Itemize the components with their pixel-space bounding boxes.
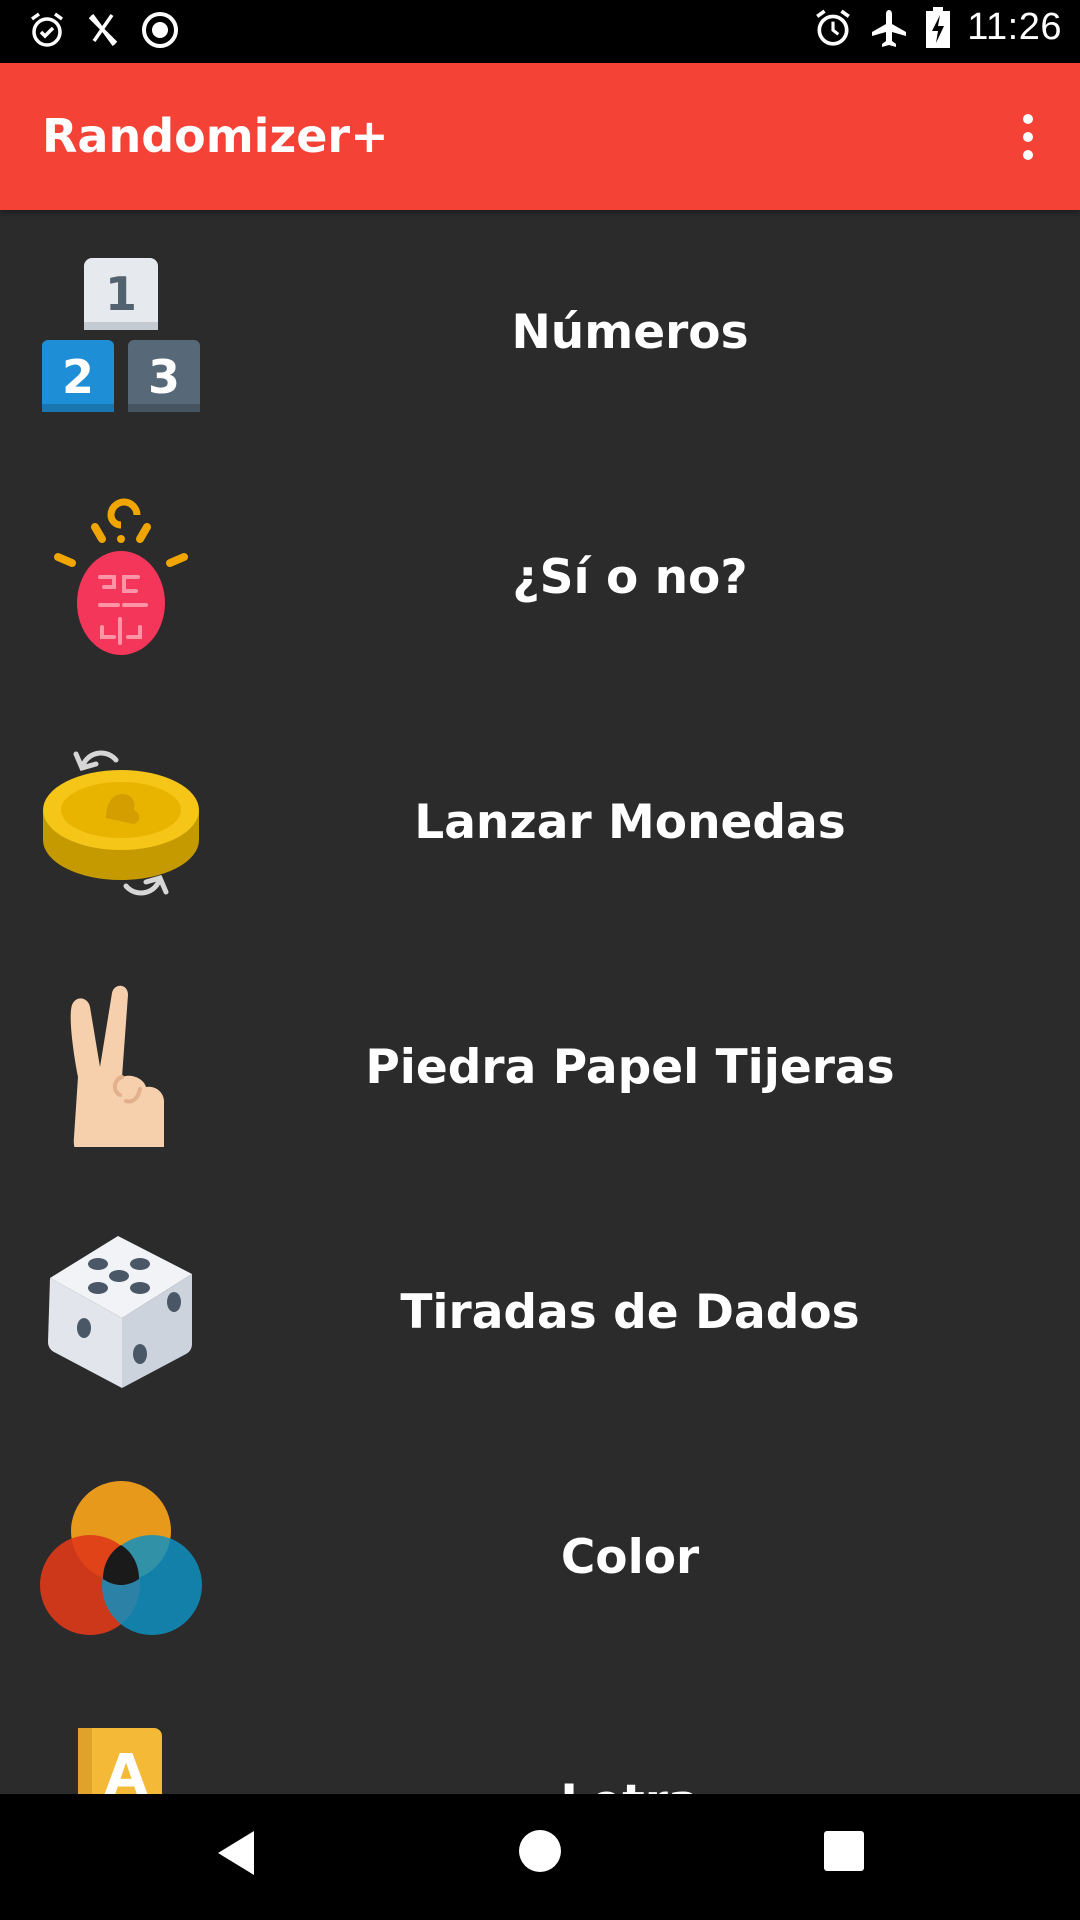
list-item-lanzar-monedas[interactable]: Lanzar Monedas xyxy=(0,700,1080,945)
more-vert-icon[interactable] xyxy=(998,103,1058,171)
clock-time: 11:26 xyxy=(967,6,1062,48)
list-item-letra[interactable]: A Letra xyxy=(0,1680,1080,1794)
color-circles-icon xyxy=(40,1475,202,1637)
brain-idea-icon xyxy=(40,495,202,657)
list-item-label: ¿Sí o no? xyxy=(512,550,748,605)
navigation-bar xyxy=(0,1794,1080,1920)
numbers-123-icon: 1 2 3 xyxy=(40,250,202,412)
dice-icon xyxy=(40,1230,202,1392)
svg-text:2: 2 xyxy=(62,350,94,404)
list-item-si-o-no[interactable]: ¿Sí o no? xyxy=(0,455,1080,700)
home-icon[interactable] xyxy=(517,1828,563,1878)
alarm-clock-icon xyxy=(28,11,66,49)
svg-text:A: A xyxy=(104,1743,148,1794)
letter-a-icon: A xyxy=(40,1720,202,1794)
status-bar: 11:26 xyxy=(0,0,1080,63)
battery-charging-icon xyxy=(925,6,951,49)
list-item-label: Tiradas de Dados xyxy=(400,1285,860,1340)
record-icon xyxy=(140,10,180,50)
back-icon[interactable] xyxy=(214,1828,258,1882)
list-item-tiradas-de-dados[interactable]: Tiradas de Dados xyxy=(0,1190,1080,1435)
list-item-piedra-papel-tijeras[interactable]: Piedra Papel Tijeras xyxy=(0,945,1080,1190)
alarm-clock-icon xyxy=(813,8,853,48)
airplane-mode-icon xyxy=(869,8,909,48)
coin-flip-icon xyxy=(40,740,202,902)
svg-text:3: 3 xyxy=(148,350,180,404)
victory-hand-icon xyxy=(40,985,202,1169)
list-item-label: Números xyxy=(511,305,749,360)
utensils-off-icon xyxy=(84,11,122,49)
list-item-label: Color xyxy=(560,1530,700,1585)
list-item-label: Letra xyxy=(210,1680,1080,1794)
app-title: Randomizer+ xyxy=(42,109,389,163)
list-item-label: Lanzar Monedas xyxy=(414,795,846,850)
svg-text:1: 1 xyxy=(105,267,137,321)
app-bar: Randomizer+ xyxy=(0,63,1080,210)
list-item-label: Piedra Papel Tijeras xyxy=(365,1040,895,1095)
recents-icon[interactable] xyxy=(823,1830,865,1876)
randomizer-menu-list: 1 2 3 Números ¿Sí o no? Lanzar Monedas P… xyxy=(0,210,1080,1794)
list-item-color[interactable]: Color xyxy=(0,1435,1080,1680)
list-item-numeros[interactable]: 1 2 3 Números xyxy=(0,210,1080,455)
